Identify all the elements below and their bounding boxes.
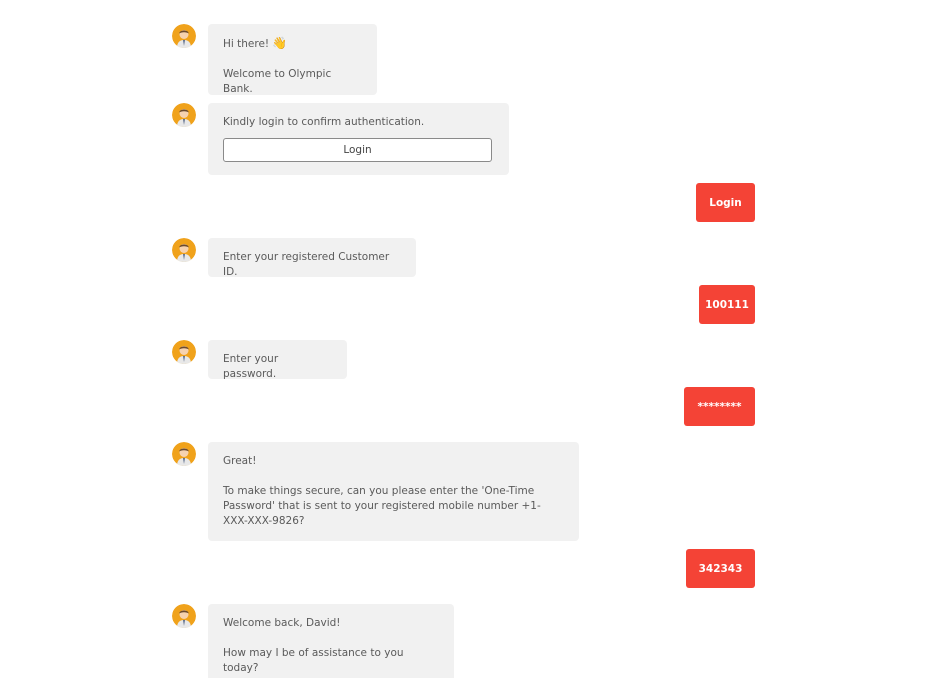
bot-avatar-icon [172, 238, 196, 262]
bot-avatar [172, 442, 196, 466]
bot-avatar [172, 24, 196, 48]
bot-message-login-prompt: Kindly login to confirm authentication. … [208, 103, 509, 175]
customer-id-prompt-text: Enter your registered Customer ID. [223, 251, 390, 278]
bot-avatar-icon [172, 604, 196, 628]
bot-avatar-icon [172, 340, 196, 364]
bot-message-customer-id-prompt: Enter your registered Customer ID. [208, 238, 416, 278]
bot-avatar [172, 340, 196, 364]
user-message-otp: 342343 [686, 549, 755, 588]
bot-message-greeting: Hi there! 👋 Welcome to Olympic Bank. [208, 24, 377, 95]
otp-prompt-line-1: Great! [223, 455, 257, 467]
greeting-line-2: Welcome to Olympic Bank. [223, 68, 332, 95]
bot-avatar-icon [172, 103, 196, 127]
bot-message-welcome-back: Welcome back, David! How may I be of ass… [208, 604, 454, 678]
bot-avatar [172, 238, 196, 262]
greeting-line-1: Hi there! 👋 [223, 36, 288, 50]
bot-message-otp-prompt: Great! To make things secure, can you pl… [208, 442, 579, 541]
bot-avatar-icon [172, 442, 196, 466]
chat-thread: Hi there! 👋 Welcome to Olympic Bank. Kind… [0, 0, 930, 678]
login-prompt-text: Kindly login to confirm authentication. [223, 116, 425, 128]
otp-prompt-line-2: To make things secure, can you please en… [223, 485, 541, 527]
welcome-back-line-1: Welcome back, David! [223, 617, 341, 629]
bot-avatar [172, 604, 196, 628]
welcome-back-line-2: How may I be of assistance to you today? [223, 647, 404, 674]
bot-message-password-prompt: Enter your password. [208, 340, 347, 380]
bot-avatar [172, 103, 196, 127]
user-message-password: ******** [684, 387, 755, 426]
password-prompt-text: Enter your password. [223, 353, 279, 380]
user-message-login: Login [696, 183, 755, 222]
login-button[interactable]: Login [223, 138, 492, 162]
bot-avatar-icon [172, 24, 196, 48]
user-message-customer-id: 100111 [699, 285, 755, 324]
waving-hand-icon: 👋 [272, 36, 288, 50]
